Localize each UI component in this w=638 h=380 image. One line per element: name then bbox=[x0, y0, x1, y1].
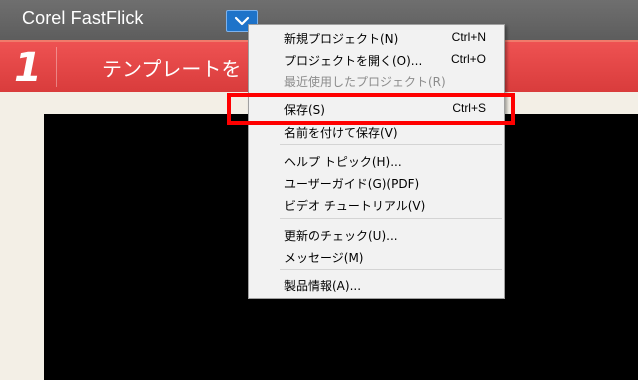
save-highlight-box bbox=[227, 93, 515, 125]
menu-item-user-guide[interactable]: ユーザーガイド(G)(PDF) bbox=[249, 172, 504, 194]
menu-separator bbox=[280, 144, 502, 145]
menu-item-new-project[interactable]: 新規プロジェクト(N) Ctrl+N bbox=[249, 27, 504, 49]
app-dropdown-menu: 新規プロジェクト(N) Ctrl+N プロジェクトを開く(O)... Ctrl+… bbox=[248, 24, 505, 299]
menu-separator bbox=[280, 218, 502, 219]
step-title: テンプレートを bbox=[102, 57, 242, 81]
app-title: Corel FastFlick bbox=[22, 8, 144, 28]
menu-item-label: プロジェクトを開く(O)... bbox=[284, 54, 423, 68]
menu-item-help-topics[interactable]: ヘルプ トピック(H)... bbox=[249, 150, 504, 172]
menu-item-label: メッセージ(M) bbox=[284, 251, 364, 265]
step-number: 1 bbox=[14, 45, 42, 91]
menu-item-about[interactable]: 製品情報(A)... bbox=[249, 274, 504, 296]
menu-item-label: 名前を付けて保存(V) bbox=[284, 126, 398, 140]
menu-item-label: 更新のチェック(U)... bbox=[284, 229, 398, 243]
menu-item-open-project[interactable]: プロジェクトを開く(O)... Ctrl+O bbox=[249, 49, 504, 71]
menu-item-recent-projects: 最近使用したプロジェクト(R) bbox=[249, 70, 504, 92]
menu-item-label: ユーザーガイド(G)(PDF) bbox=[284, 177, 420, 191]
step-divider bbox=[56, 47, 57, 87]
menu-item-shortcut: Ctrl+O bbox=[450, 52, 486, 66]
menu-item-label: ヘルプ トピック(H)... bbox=[284, 155, 402, 169]
menu-item-label: 最近使用したプロジェクト(R) bbox=[284, 75, 446, 89]
menu-item-video-tutorials[interactable]: ビデオ チュートリアル(V) bbox=[249, 194, 504, 216]
menu-item-shortcut: Ctrl+N bbox=[451, 30, 486, 44]
menu-item-label: ビデオ チュートリアル(V) bbox=[284, 199, 426, 213]
menu-item-check-updates[interactable]: 更新のチェック(U)... bbox=[249, 224, 504, 246]
menu-item-label: 製品情報(A)... bbox=[284, 279, 362, 293]
menu-item-messages[interactable]: メッセージ(M) bbox=[249, 246, 504, 268]
menu-separator bbox=[280, 269, 502, 270]
menu-item-label: 新規プロジェクト(N) bbox=[284, 32, 399, 46]
